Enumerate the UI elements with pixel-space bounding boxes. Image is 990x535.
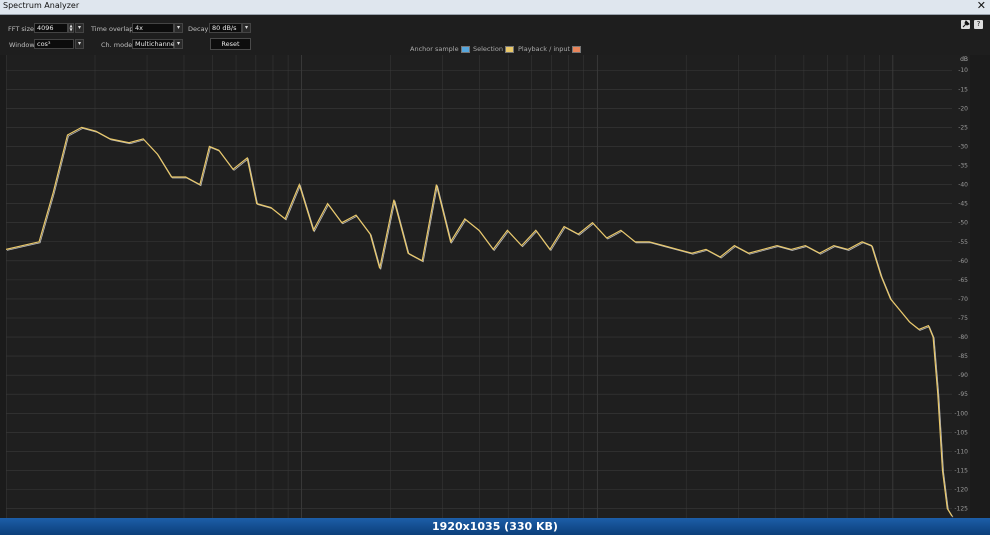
legend-selection-label: Selection (473, 45, 503, 53)
y-tick-label-6: -40 (958, 182, 968, 189)
y-tick-label-20: -110 (954, 448, 968, 455)
help-icon[interactable]: ? (974, 20, 983, 29)
fft-size-field[interactable]: 4096 (34, 23, 68, 33)
decay-dropdown[interactable]: ▾ (242, 23, 251, 33)
pin-icon[interactable] (961, 20, 970, 29)
y-tick-label-11: -65 (958, 277, 968, 284)
y-tick-label-5: -35 (958, 163, 968, 170)
y-tick-label-8: -50 (958, 220, 968, 227)
ch-mode-label: Ch. mode (101, 41, 133, 49)
reset-button[interactable]: Reset (210, 38, 251, 50)
anchor-swatch-icon (460, 45, 470, 53)
toolbar: FFT size 4096 ▲ ▼ ▾ Time overlap 4x ▾ Dec… (0, 15, 990, 55)
legend-anchor-label: Anchor sample (410, 45, 459, 53)
y-tick-label-16: -90 (958, 372, 968, 379)
y-tick-label-15: -85 (958, 353, 968, 360)
y-tick-label-21: -115 (954, 467, 968, 474)
y-tick-label-1: -15 (958, 86, 968, 93)
y-tick-label-19: -105 (954, 429, 968, 436)
y-axis-unit-label: dB (960, 56, 968, 63)
y-tick-label-23: -125 (954, 506, 968, 513)
fft-size-dropdown[interactable]: ▾ (75, 23, 84, 33)
legend-playback[interactable]: Playback / input (518, 45, 582, 53)
y-tick-label-12: -70 (958, 296, 968, 303)
status-bar: 1920x1035 (330 KB) (0, 518, 990, 535)
y-tick-label-7: -45 (958, 201, 968, 208)
decay-field[interactable]: 80 dB/s (209, 23, 242, 33)
window-field[interactable]: cos³ (34, 39, 74, 49)
time-overlap-dropdown[interactable]: ▾ (174, 23, 183, 33)
window-label: Window (9, 41, 35, 49)
y-tick-label-18: -100 (954, 410, 968, 417)
y-tick-label-2: -20 (958, 105, 968, 112)
time-overlap-label: Time overlap (91, 25, 134, 33)
plot-background (6, 55, 970, 520)
y-tick-label-10: -60 (958, 258, 968, 265)
time-overlap-field[interactable]: 4x (132, 23, 174, 33)
y-tick-label-22: -120 (954, 487, 968, 494)
legend-playback-label: Playback / input (518, 45, 571, 53)
ch-mode-dropdown[interactable]: ▾ (174, 39, 183, 49)
window-title: Spectrum Analyzer (3, 1, 80, 10)
ch-mode-field[interactable]: Multichannel (132, 39, 177, 49)
y-tick-label-0: -10 (958, 67, 968, 74)
y-tick-label-4: -30 (958, 143, 968, 150)
y-tick-label-17: -95 (958, 391, 968, 398)
legend-anchor-sample[interactable]: Anchor sample (410, 45, 470, 53)
title-bar: Spectrum Analyzer ✕ (0, 0, 990, 15)
fft-size-spinner[interactable]: ▲ ▼ (68, 23, 74, 33)
window-dropdown[interactable]: ▾ (75, 39, 84, 49)
playback-swatch-icon (572, 45, 582, 53)
fft-size-label: FFT size (8, 25, 35, 33)
legend-selection[interactable]: Selection (473, 45, 514, 53)
selection-swatch-icon (504, 45, 514, 53)
y-tick-label-9: -55 (958, 239, 968, 246)
y-tick-label-13: -75 (958, 315, 968, 322)
close-icon[interactable]: ✕ (977, 0, 986, 12)
spectrum-plot[interactable]: dB -10 -15 -20 -25 -30 -35 -40 -45 -50 -55 -60 -65 -7… (6, 55, 970, 520)
decay-label: Decay (188, 25, 209, 33)
y-tick-label-3: -25 (958, 124, 968, 131)
y-tick-label-14: -80 (958, 334, 968, 341)
